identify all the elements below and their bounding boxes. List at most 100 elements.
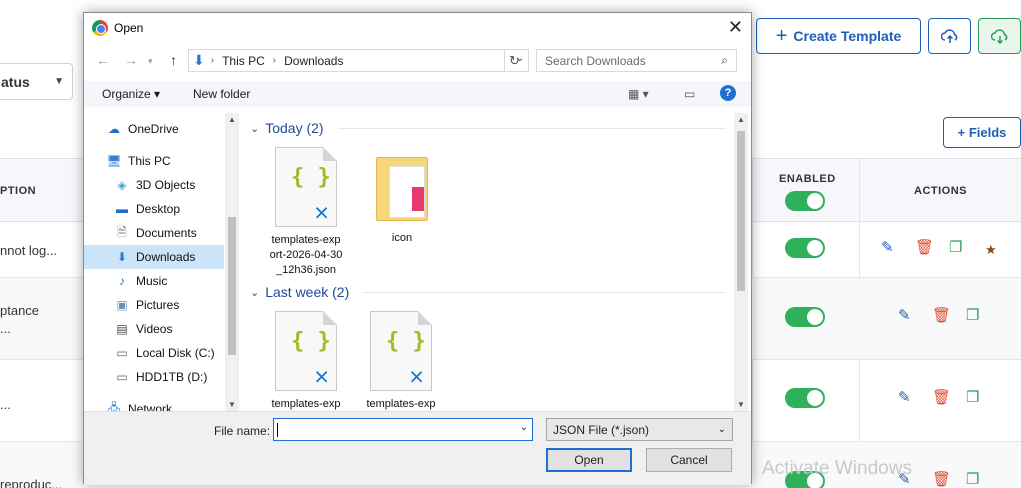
chrome-icon [92,20,108,36]
enabled-toggle[interactable] [785,388,825,408]
upload-button[interactable] [928,18,971,54]
file-list-scrollbar[interactable]: ▲ ▼ [734,113,748,411]
cloud-icon: ☁ [108,122,120,136]
add-fields-button[interactable]: + Fields [943,117,1021,148]
group-label: Last week (2) [265,284,350,300]
nav-item-onedrive[interactable]: ☁ OneDrive [84,117,224,141]
edit-icon[interactable]: ✎ [881,240,894,256]
address-bar[interactable]: ⬇ › This PC › Downloads ⌄ [188,49,529,72]
close-icon[interactable]: ✕ [728,17,743,38]
chevron-right-icon: › [210,55,215,66]
computer-icon: 🖥 [106,154,122,168]
divider [363,291,726,293]
videos-icon: ▤ [116,322,128,336]
file-item-json[interactable]: { } ⨉ templates-exp [358,311,444,411]
nav-item-this-pc[interactable]: 🖥 This PC [84,149,224,173]
row-description: nnot log... [0,243,58,258]
scroll-down-icon[interactable]: ▼ [228,400,236,409]
up-arrow-icon[interactable]: ↑ [170,52,177,68]
recent-locations-chevron-icon[interactable]: ▾ [148,56,153,67]
copy-icon[interactable]: ❐ [966,308,979,324]
star-icon[interactable]: ★ [985,242,997,258]
new-folder-button[interactable]: New folder [193,87,250,101]
nav-item-desktop[interactable]: ▬ Desktop [84,197,224,221]
delete-icon[interactable]: 🗑 [915,240,934,256]
divider [337,127,726,129]
scroll-up-icon[interactable]: ▲ [228,115,236,124]
nav-item-label: Local Disk (C:) [136,346,215,360]
breadcrumb-downloads[interactable]: Downloads [284,54,343,68]
status-filter-label: atus [1,73,30,90]
back-arrow-icon[interactable]: ← [96,52,110,68]
scrollbar-thumb[interactable] [737,131,745,291]
help-icon[interactable]: ? [720,85,736,101]
row-description: ... [0,397,11,412]
preview-pane-icon[interactable]: ▭ [684,87,695,101]
file-type-value: JSON File (*.json) [553,422,650,437]
search-icon: ⌕ [721,53,728,67]
create-template-button[interactable]: + Create Template [756,18,921,54]
nav-item-music[interactable]: ♪ Music [84,269,224,293]
navigation-pane-scrollbar[interactable]: ▲ ▼ [225,113,239,411]
nav-item-network[interactable]: 🖧 Network [84,397,224,412]
nav-item-pictures[interactable]: ▣ Pictures [84,293,224,317]
chevron-down-icon[interactable]: ⌄ [520,422,528,433]
breadcrumb-this-pc[interactable]: This PC [222,54,265,68]
chevron-right-icon: › [272,55,277,66]
nav-item-local-disk-c[interactable]: ▭ Local Disk (C:) [84,341,224,365]
enabled-toggle[interactable] [785,238,825,258]
nav-item-3d-objects[interactable]: ◈ 3D Objects [84,173,224,197]
file-item-json[interactable]: { } ⨉ templates-exp ort-2026-04-30 _12h36… [263,147,349,278]
copy-icon[interactable]: ❐ [949,240,962,256]
text-cursor [277,423,278,437]
search-input[interactable]: Search Downloads ⌕ [536,49,737,72]
nav-item-label: Network [128,402,173,411]
open-file-dialog: Open ✕ ← → ▾ ↑ ⬇ › This PC › Downloads ⌄… [83,12,752,485]
nav-item-label: HDD1TB (D:) [136,370,208,384]
music-icon: ♪ [119,274,125,288]
nav-item-hdd1tb-d[interactable]: ▭ HDD1TB (D:) [84,365,224,389]
forward-arrow-icon[interactable]: → [124,52,138,68]
download-button[interactable] [978,18,1021,54]
delete-icon[interactable]: 🗑 [932,472,951,488]
navigation-bar: ← → ▾ ↑ ⬇ › This PC › Downloads ⌄ ↻ Sear… [84,47,751,75]
scroll-down-icon[interactable]: ▼ [737,400,745,409]
nav-item-downloads[interactable]: ⬇ Downloads [84,245,224,269]
delete-icon[interactable]: 🗑 [932,308,951,324]
status-filter-dropdown[interactable]: atus ▼ [0,63,73,100]
view-options-icon[interactable]: ▦ ▾ [628,87,649,101]
cancel-button[interactable]: Cancel [646,448,732,472]
organize-menu[interactable]: Organize ▾ [102,87,160,101]
enable-all-toggle[interactable] [785,191,825,211]
nav-item-videos[interactable]: ▤ Videos [84,317,224,341]
file-name-label: File name: [214,424,271,438]
cloud-upload-icon [940,29,957,43]
create-template-label: Create Template [793,28,902,44]
drive-icon: ▭ [116,346,128,360]
folder-item-icon[interactable]: icon [359,147,445,246]
nav-item-label: Pictures [136,298,180,312]
json-file-icon: { } ⨉ [275,311,337,391]
copy-icon[interactable]: ❐ [966,390,979,406]
copy-icon[interactable]: ❐ [966,472,979,488]
drive-icon: ▭ [116,370,128,384]
plus-icon: + [775,25,788,47]
edit-icon[interactable]: ✎ [898,308,911,324]
nav-item-documents[interactable]: 🗎 Documents [84,221,224,245]
scrollbar-thumb[interactable] [228,217,236,355]
group-header-today[interactable]: ⌄ Today (2) [250,120,726,136]
nav-item-label: 3D Objects [136,178,196,192]
file-type-select[interactable]: JSON File (*.json) ⌄ [546,418,733,441]
dialog-title: Open [114,21,144,35]
json-file-icon: { } ⨉ [275,147,337,227]
nav-item-label: Desktop [136,202,181,216]
refresh-icon[interactable]: ↻ [504,49,524,72]
open-button[interactable]: Open [546,448,632,472]
file-item-json[interactable]: { } ⨉ templates-exp [263,311,349,411]
enabled-toggle[interactable] [785,307,825,327]
scroll-up-icon[interactable]: ▲ [737,115,745,124]
file-name-input[interactable]: ⌄ [273,418,533,441]
group-header-last-week[interactable]: ⌄ Last week (2) [250,284,726,300]
edit-icon[interactable]: ✎ [898,390,911,406]
delete-icon[interactable]: 🗑 [932,390,951,406]
